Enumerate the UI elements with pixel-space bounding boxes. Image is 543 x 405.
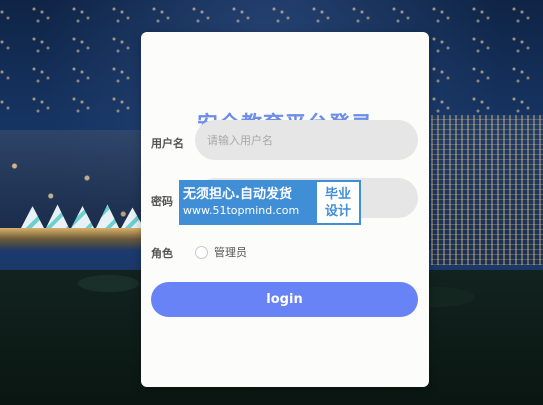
username-label: 用户名 (151, 137, 184, 150)
watermark-line1: 无须担心.自动发货 (183, 187, 292, 202)
role-option-admin[interactable]: 管理员 (195, 244, 247, 260)
username-input[interactable] (195, 120, 418, 160)
password-label: 密码 (151, 195, 173, 208)
background-sails-building (20, 204, 145, 230)
background-city-left (0, 130, 145, 250)
watermark-stamp-line1: 毕业 (324, 186, 351, 202)
role-label: 角色 (151, 247, 173, 260)
watermark-stamp: 毕业 设计 (315, 180, 361, 225)
watermark-url: www.51topmind.com (183, 204, 300, 217)
watermark-badge: 无须担心.自动发货 www.51topmind.com 毕业 设计 (179, 180, 361, 225)
background-towers (431, 115, 543, 265)
role-admin-radio[interactable] (195, 245, 208, 259)
background-pier (0, 228, 145, 250)
watermark-text-block: 无须担心.自动发货 www.51topmind.com (179, 180, 315, 225)
login-button[interactable]: login (151, 282, 418, 317)
role-admin-label: 管理员 (214, 246, 247, 259)
watermark-stamp-line2: 设计 (324, 203, 351, 219)
